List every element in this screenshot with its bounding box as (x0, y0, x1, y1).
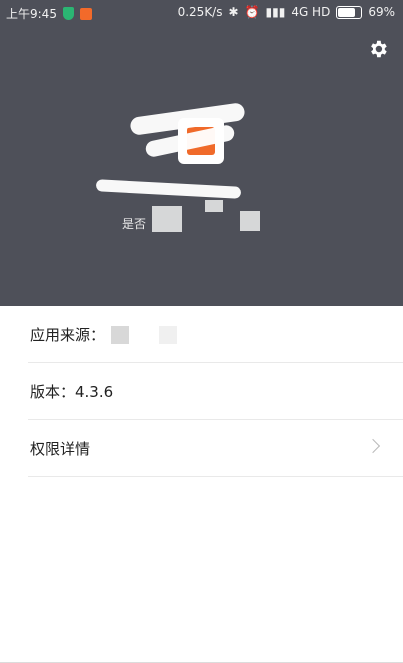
chevron-right-icon (365, 438, 381, 454)
source-label: 应用来源： (30, 326, 106, 344)
battery-icon (336, 5, 363, 19)
signal-icon: ▮▮▮ (265, 5, 286, 19)
blurred-content (152, 206, 182, 232)
permissions-label: 权限详情 (30, 440, 91, 458)
gear-icon[interactable] (367, 38, 389, 60)
notification-icon (79, 7, 92, 20)
status-bar: 上午9:45 0.25K/s ✱ ⏰ ▮▮▮ 4G HD 69% (0, 0, 403, 26)
source-value-blurred (111, 325, 130, 344)
status-left: 上午9:45 (6, 5, 92, 22)
battery-percent: 69% (368, 5, 395, 19)
permissions-row[interactable]: 权限详情 (0, 420, 403, 477)
subtitle: 是否 (122, 217, 147, 231)
blurred-content (240, 211, 260, 231)
alarm-icon: ⏰ (244, 5, 260, 19)
time: 上午9:45 (6, 7, 57, 21)
app-header: 上午9:45 0.25K/s ✱ ⏰ ▮▮▮ 4G HD 69% 是否 (0, 0, 403, 306)
source-value-blurred (159, 325, 178, 344)
network-speed: 0.25K/s (177, 5, 223, 19)
version-row: 版本：4.3.6 (0, 363, 403, 420)
source-row: 应用来源： (0, 306, 403, 363)
bluetooth-icon: ✱ (228, 5, 239, 19)
app-details-list: 应用来源： 版本：4.3.6 权限详情 (0, 306, 403, 477)
status-right: 0.25K/s ✱ ⏰ ▮▮▮ 4G HD 69% (178, 5, 395, 19)
divider (28, 476, 403, 477)
network-type: 4G HD (291, 5, 331, 19)
blurred-content (205, 200, 223, 212)
security-shield-icon (62, 7, 74, 20)
version-label: 版本：4.3.6 (30, 383, 114, 401)
